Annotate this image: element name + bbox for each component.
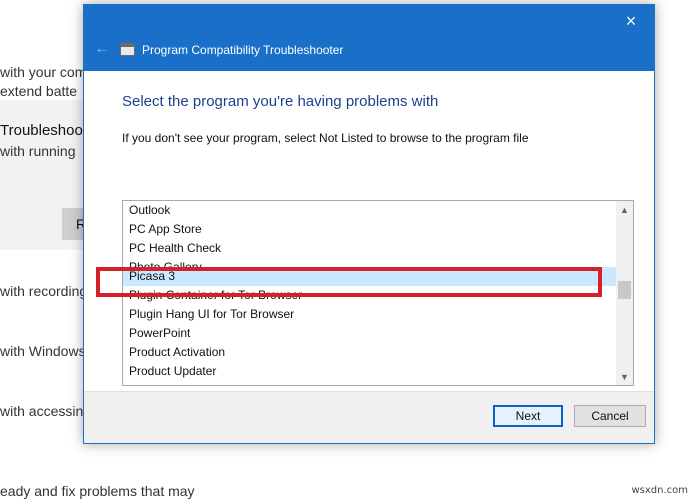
list-item[interactable]: Product Activation bbox=[123, 343, 617, 362]
scroll-up-icon[interactable]: ▲ bbox=[616, 201, 633, 218]
list-item[interactable]: PowerPoint bbox=[123, 324, 617, 343]
cancel-button[interactable]: Cancel bbox=[574, 405, 646, 427]
list-item[interactable]: Plugin Hang UI for Tor Browser bbox=[123, 305, 617, 324]
scroll-thumb[interactable] bbox=[618, 281, 631, 299]
list-item-selected[interactable]: Picasa 3 bbox=[123, 267, 617, 286]
list-item[interactable]: Outlook bbox=[123, 201, 617, 220]
background-line-6: with accessing bbox=[0, 403, 92, 419]
back-arrow-icon[interactable]: ← bbox=[90, 37, 114, 61]
list-scrollbar[interactable]: ▲ ▼ bbox=[616, 201, 633, 385]
page-heading: Select the program you're having problem… bbox=[122, 93, 439, 110]
dialog-footer: Next Cancel bbox=[84, 391, 654, 443]
background-line-2: extend batte bbox=[0, 83, 78, 99]
watermark: wsxdn.com bbox=[631, 485, 688, 496]
close-icon[interactable]: × bbox=[608, 5, 654, 37]
scroll-down-icon[interactable]: ▼ bbox=[616, 368, 633, 385]
dialog-titlebar: × ← Program Compatibility Troubleshooter bbox=[84, 5, 654, 71]
program-listbox[interactable]: Outlook PC App Store PC Health Check Pho… bbox=[122, 200, 634, 386]
list-item[interactable]: PC Health Check bbox=[123, 239, 617, 258]
window-title: Program Compatibility Troubleshooter bbox=[142, 43, 344, 57]
background-line-5: with Windows bbox=[0, 343, 86, 359]
list-item[interactable]: Product Updater bbox=[123, 362, 617, 381]
troubleshooter-app-icon bbox=[120, 43, 135, 56]
background-line-7: eady and fix problems that may bbox=[0, 483, 195, 499]
background-line-4: with recording bbox=[0, 283, 88, 299]
program-list: Outlook PC App Store PC Health Check Pho… bbox=[123, 201, 617, 381]
instruction-text: If you don't see your program, select No… bbox=[122, 131, 529, 145]
background-line-1: with your com bbox=[0, 64, 87, 80]
list-item[interactable]: PC App Store bbox=[123, 220, 617, 239]
list-item[interactable]: Photo Gallery bbox=[123, 258, 617, 267]
next-button[interactable]: Next bbox=[493, 405, 563, 427]
list-item[interactable]: Plugin Container for Tor Browser bbox=[123, 286, 617, 305]
troubleshooter-dialog: × ← Program Compatibility Troubleshooter… bbox=[83, 4, 655, 444]
background-line-3: with running bbox=[0, 143, 76, 159]
background-troubleshoot-title: Troubleshoo bbox=[0, 122, 83, 139]
